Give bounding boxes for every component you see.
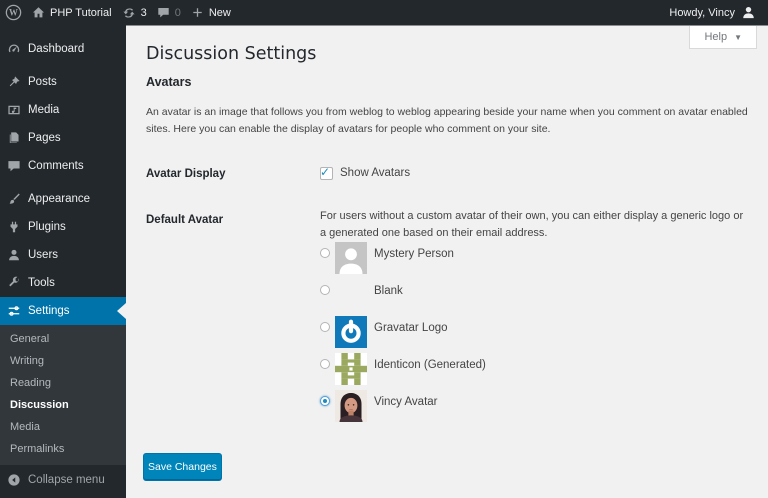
pages-icon [7, 131, 21, 145]
save-changes-button[interactable]: Save Changes [143, 453, 222, 481]
updates-button[interactable]: 3 [117, 0, 152, 25]
sidebar-item-users[interactable]: Users [0, 241, 126, 269]
howdy-label: Howdy, Vincy [669, 6, 735, 19]
comments-button[interactable]: 0 [152, 0, 186, 25]
comments-icon [7, 159, 21, 173]
sidebar-item-label: Pages [28, 132, 61, 144]
wordpress-logo-icon: W [5, 4, 22, 21]
avatar-option-label: Identicon (Generated) [374, 359, 486, 371]
site-name-label: PHP Tutorial [50, 6, 112, 19]
settings-icon [7, 304, 21, 318]
blank-avatar [335, 279, 367, 311]
avatar-option-identicon: Identicon (Generated) [320, 353, 748, 385]
help-label: Help [704, 31, 728, 43]
avatar-option-gravatar-logo: Gravatar Logo [320, 316, 748, 348]
sidebar-item-media[interactable]: Media [0, 96, 126, 124]
avatar-option-label: Blank [374, 285, 403, 297]
comment-bubble-icon [157, 6, 170, 19]
home-icon [32, 6, 45, 19]
sidebar-item-label: Settings [28, 305, 70, 317]
default-avatar-label: Default Avatar [146, 214, 224, 226]
gravatar-logo-radio[interactable] [320, 322, 330, 332]
sidebar-item-appearance[interactable]: Appearance [0, 185, 126, 213]
help-button[interactable]: Help ▼ [689, 26, 757, 49]
submenu-item-writing[interactable]: Writing [0, 350, 126, 372]
avatar-option-label: Gravatar Logo [374, 322, 448, 334]
vincy-avatar [335, 390, 367, 422]
dashboard-icon [7, 42, 21, 56]
avatar-display-row: Avatar Display Show Avatars [146, 165, 748, 181]
comments-count: 0 [174, 6, 181, 19]
sidebar-item-settings[interactable]: Settings [0, 297, 126, 325]
brush-icon [7, 192, 21, 206]
sidebar-item-label: Posts [28, 76, 57, 88]
main-content: Help ▼ Discussion Settings Avatars An av… [126, 25, 768, 498]
plug-icon [7, 220, 21, 234]
sidebar-item-pages[interactable]: Pages [0, 124, 126, 152]
submenu-item-reading[interactable]: Reading [0, 372, 126, 394]
sidebar-item-posts[interactable]: Posts [0, 68, 126, 96]
submenu-item-discussion[interactable]: Discussion [0, 394, 126, 416]
submenu-item-media[interactable]: Media [0, 416, 126, 438]
sidebar-item-label: Users [28, 249, 59, 261]
site-name-button[interactable]: PHP Tutorial [27, 0, 117, 25]
avatar-option-label: Vincy Avatar [374, 396, 438, 408]
sidebar-item-dashboard[interactable]: Dashboard [0, 35, 126, 63]
user-avatar-icon [741, 5, 756, 20]
media-icon [7, 103, 21, 117]
default-avatar-row: Default Avatar For users without a custo… [146, 208, 748, 422]
person-icon [7, 248, 21, 262]
avatar-option-mystery-person: Mystery Person [320, 242, 748, 274]
pushpin-icon [7, 75, 21, 89]
blank-radio[interactable] [320, 285, 330, 295]
default-avatar-description: For users without a custom avatar of the… [320, 210, 744, 239]
collapse-menu-button[interactable]: Collapse menu [0, 467, 126, 493]
identicon-avatar [335, 353, 367, 385]
avatars-heading: Avatars [146, 75, 192, 89]
identicon-radio[interactable] [320, 359, 330, 369]
submenu-item-general[interactable]: General [0, 328, 126, 350]
mystery-person-avatar [335, 242, 367, 274]
avatars-intro: An avatar is an image that follows you f… [146, 106, 748, 135]
avatar-option-blank: Blank [320, 279, 748, 311]
sidebar-item-label: Tools [28, 277, 55, 289]
svg-text:W: W [9, 8, 18, 18]
collapse-arrow-icon [7, 473, 21, 487]
avatar-option-vincy: Vincy Avatar [320, 390, 748, 422]
show-avatars-checkbox[interactable] [320, 165, 333, 180]
sidebar-item-label: Plugins [28, 221, 66, 233]
sidebar-item-plugins[interactable]: Plugins [0, 213, 126, 241]
wordpress-logo-button[interactable]: W [0, 0, 27, 25]
mystery-person-radio[interactable] [320, 248, 330, 258]
avatar-display-label: Avatar Display [146, 168, 226, 180]
sidebar-item-label: Comments [28, 160, 84, 172]
wrench-icon [7, 276, 21, 290]
new-label: New [208, 6, 231, 19]
update-icon [122, 6, 136, 20]
vincy-avatar-radio[interactable] [320, 396, 330, 406]
sidebar-item-label: Media [28, 104, 60, 116]
avatar-option-label: Mystery Person [374, 248, 454, 260]
updates-count: 3 [140, 6, 147, 19]
new-button[interactable]: New [186, 0, 236, 25]
collapse-menu-label: Collapse menu [28, 474, 105, 486]
sidebar-item-label: Dashboard [28, 43, 85, 55]
gravatar-logo-avatar [335, 316, 367, 348]
admin-bar: W PHP Tutorial 3 0 New Howdy, Vincy [0, 0, 768, 25]
show-avatars-label: Show Avatars [340, 167, 411, 179]
settings-submenu: General Writing Reading Discussion Media… [0, 325, 126, 465]
chevron-down-icon: ▼ [734, 32, 742, 42]
sidebar: Dashboard Posts Media Pages Comments App… [0, 25, 126, 498]
account-menu[interactable]: Howdy, Vincy [657, 0, 768, 25]
submenu-item-permalinks[interactable]: Permalinks [0, 438, 126, 460]
plus-icon [191, 6, 204, 19]
page-title: Discussion Settings [146, 44, 317, 64]
sidebar-item-comments[interactable]: Comments [0, 152, 126, 180]
sidebar-item-label: Appearance [28, 193, 91, 205]
sidebar-item-tools[interactable]: Tools [0, 269, 126, 297]
